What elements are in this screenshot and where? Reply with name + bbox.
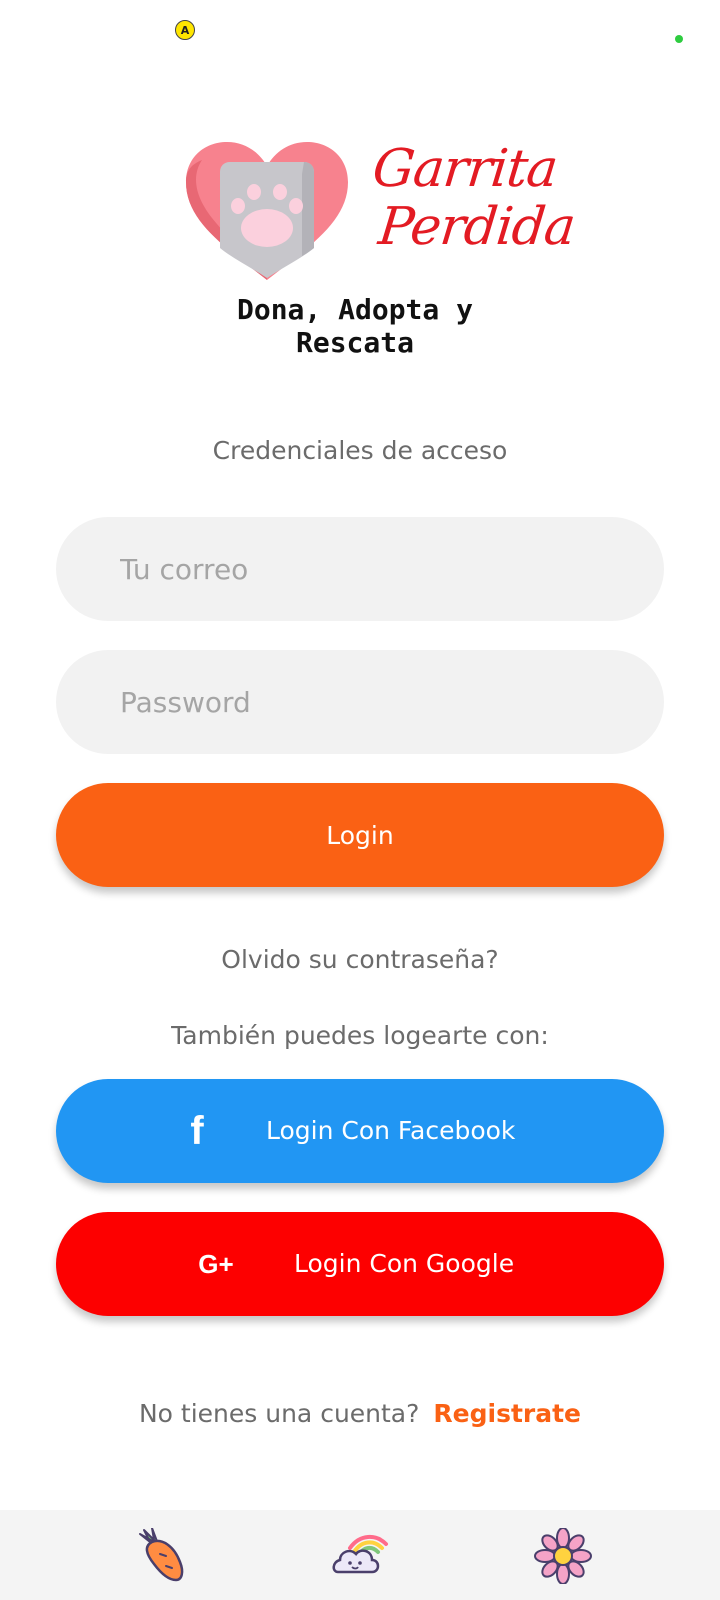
register-link[interactable]: Registrate bbox=[433, 1399, 581, 1428]
brand-name: Garrita Perdida bbox=[364, 139, 578, 257]
brand-name-line2: Perdida bbox=[375, 197, 578, 257]
google-login-button[interactable]: G+ Login Con Google bbox=[56, 1212, 664, 1316]
social-login-heading: También puedes logearte con: bbox=[171, 1021, 549, 1050]
status-indicator-icon: A bbox=[175, 20, 195, 40]
app-logo: Garrita Perdida Dona, Adopta y Rescata bbox=[180, 130, 578, 359]
login-screen: A Garrita Perdida Dona, Adopta y Rescata… bbox=[0, 0, 720, 1600]
login-button-label: Login bbox=[326, 820, 394, 850]
login-button[interactable]: Login bbox=[56, 783, 664, 887]
flower-icon[interactable] bbox=[533, 1527, 593, 1585]
email-field[interactable] bbox=[56, 517, 664, 621]
google-plus-icon: G+ bbox=[198, 1248, 234, 1279]
status-dot-icon bbox=[675, 35, 683, 43]
credentials-heading: Credenciales de acceso bbox=[212, 436, 508, 465]
facebook-login-button[interactable]: f Login Con Facebook bbox=[56, 1079, 664, 1183]
bottom-nav bbox=[0, 1510, 720, 1600]
heart-paw-icon bbox=[186, 142, 348, 280]
google-login-label: Login Con Google bbox=[294, 1249, 515, 1278]
facebook-login-label: Login Con Facebook bbox=[266, 1116, 516, 1145]
rainbow-cloud-icon[interactable] bbox=[330, 1528, 390, 1584]
brand-name-line1: Garrita bbox=[369, 139, 560, 199]
facebook-icon: f bbox=[190, 1108, 204, 1153]
carrot-icon[interactable] bbox=[130, 1527, 190, 1584]
brand-tagline: Dona, Adopta y Rescata bbox=[236, 293, 473, 359]
signup-question: No tienes una cuenta? bbox=[138, 1399, 420, 1428]
signup-row: No tienes una cuenta? Registrate bbox=[0, 1399, 720, 1428]
password-field[interactable] bbox=[56, 650, 664, 754]
forgot-password-link[interactable]: Olvido su contraseña? bbox=[0, 945, 720, 974]
